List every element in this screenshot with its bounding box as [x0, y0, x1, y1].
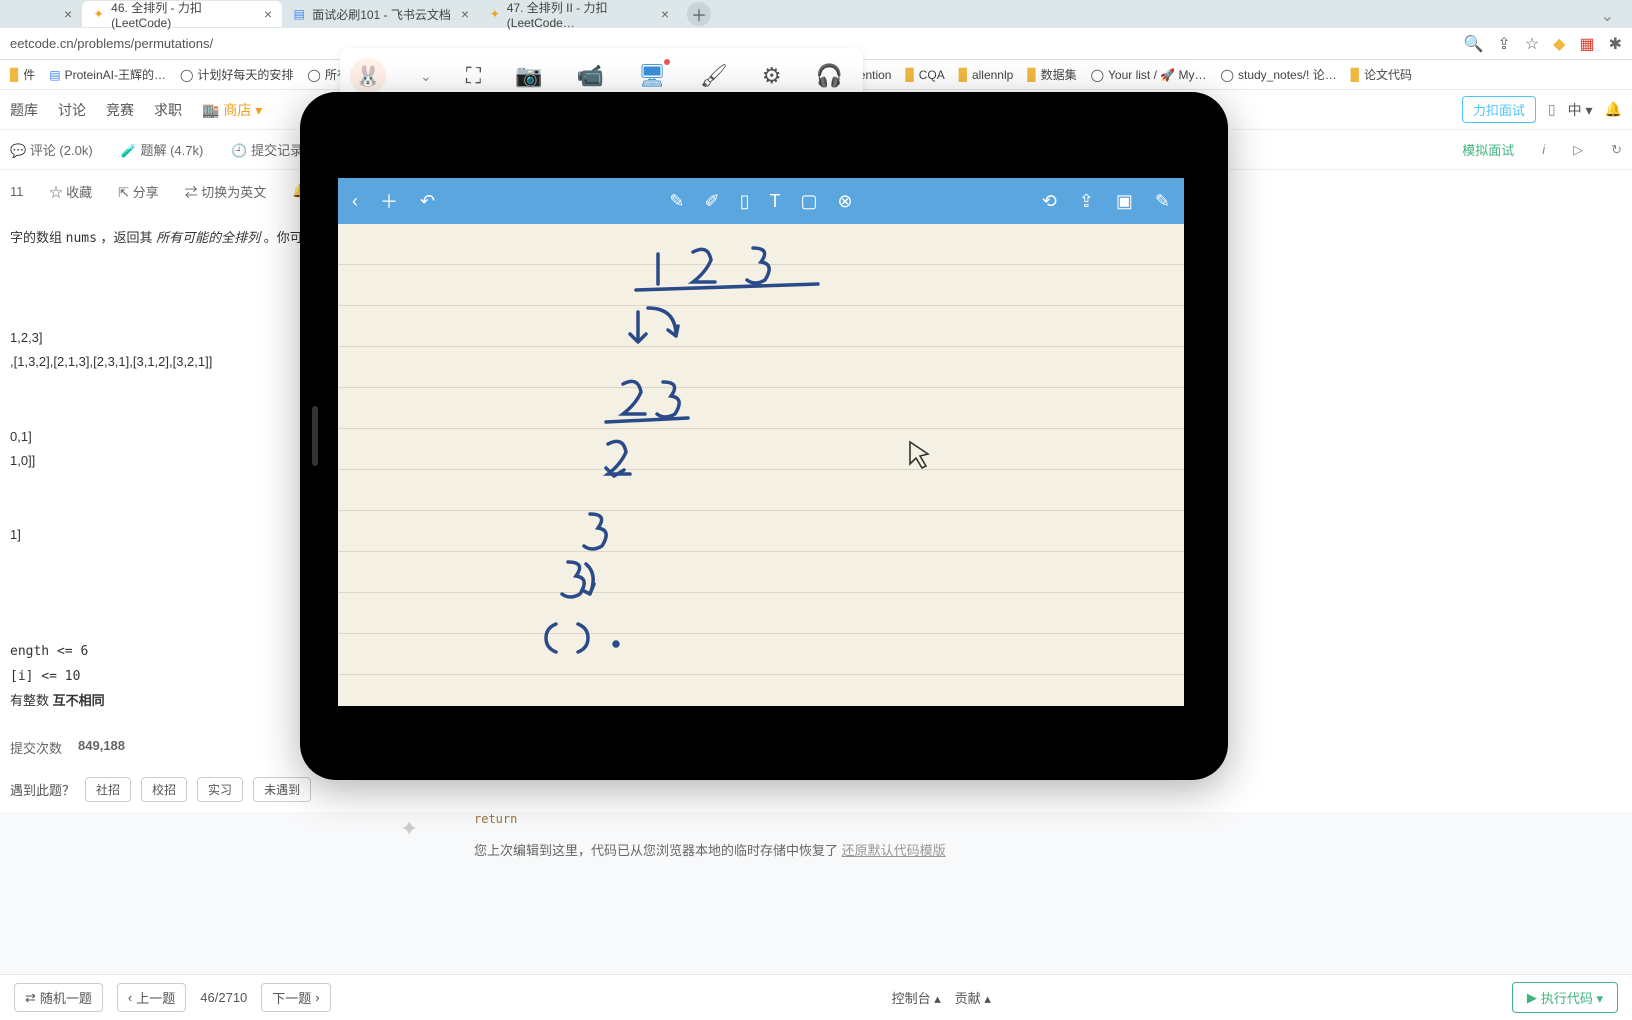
refresh-icon[interactable]: ↻	[1611, 142, 1622, 158]
bunny-avatar-icon[interactable]: 🐰	[350, 58, 386, 94]
tablet-screen: ‹ ＋ ↶ ✎ ✐ ▯ T ▢ ⊗ ⟲ ⇪ ▣ ✎	[338, 178, 1184, 706]
eraser-tool-icon[interactable]: ⊗	[838, 191, 853, 212]
lasso-icon[interactable]: ⟲	[1042, 191, 1057, 212]
nav-item[interactable]: 竞赛	[106, 100, 134, 120]
nav-item[interactable]: 求职	[154, 100, 182, 120]
new-tab-button[interactable]: ＋	[687, 2, 711, 26]
browser-tab-active[interactable]: ✦ 46. 全排列 - 力扣 (LeetCode) ×	[82, 1, 282, 27]
video-icon[interactable]: 📹	[577, 63, 604, 89]
bookmark-item[interactable]: ▉数据集	[1027, 66, 1076, 83]
ext-icon[interactable]: ◆	[1553, 34, 1565, 54]
favicon-icon: ▤	[292, 7, 306, 21]
pen-alt-icon[interactable]: ✐	[704, 191, 719, 212]
bookmark-item[interactable]: ◯Your list / 🚀 My…	[1091, 68, 1207, 82]
undo-icon[interactable]: ↶	[420, 191, 435, 212]
add-icon[interactable]: ＋	[380, 188, 398, 214]
zoom-icon[interactable]: 🔍	[1463, 34, 1483, 54]
note-canvas[interactable]	[338, 224, 1184, 706]
copy-note-icon[interactable]: ▣	[1116, 191, 1133, 212]
bookmark-item[interactable]: ◯study_notes/! 论…	[1221, 66, 1337, 83]
device-icon[interactable]: ▯	[1548, 101, 1556, 118]
bookmark-item[interactable]: ▉件	[10, 66, 35, 83]
device-tool-icon[interactable]: ▯	[740, 191, 750, 212]
favicon-icon: ✦	[92, 7, 105, 21]
bookmark-item[interactable]: ▉CQA	[905, 68, 944, 82]
close-icon[interactable]: ×	[64, 6, 72, 22]
random-button[interactable]: ⇄ 随机一题	[14, 983, 103, 1012]
share-note-icon[interactable]: ⇪	[1079, 191, 1094, 212]
star-icon[interactable]: ☆	[1525, 34, 1539, 54]
chevron-down-icon[interactable]: ⌄	[1601, 6, 1614, 26]
history-tab[interactable]: 🕘 提交记录	[231, 140, 303, 159]
encounter-tag[interactable]: 社招	[85, 777, 131, 802]
brush-icon[interactable]: 🖌	[700, 63, 728, 89]
puzzle-icon[interactable]: ✱	[1609, 34, 1622, 54]
next-button[interactable]: 下一题 ›	[261, 983, 330, 1012]
bookmark-item[interactable]: ▤ProteinAI-王辉的…	[49, 66, 166, 83]
nav-item[interactable]: 讨论	[58, 100, 86, 120]
submit-count-value: 849,188	[78, 738, 125, 757]
info-icon[interactable]: i	[1542, 142, 1545, 157]
pen-tool-icon[interactable]: ✎	[669, 191, 684, 212]
text-tool-icon[interactable]: T	[769, 191, 780, 212]
console-toggle[interactable]: 控制台 ▴	[892, 988, 941, 1007]
editor-restore-tip: 您上次编辑到这里，代码已从您浏览器本地的临时存储中恢复了 还原默认代码模版	[460, 826, 1632, 873]
cursor-icon	[902, 438, 932, 479]
solutions-tab[interactable]: 🧪 题解 (4.7k)	[121, 140, 204, 159]
favicon-icon: ✦	[489, 7, 501, 21]
tab-title: 47. 全排列 II - 力扣 (LeetCode…	[507, 0, 651, 30]
browser-tab-strip: × ✦ 46. 全排列 - 力扣 (LeetCode) × ▤ 面试必刷101 …	[0, 0, 1632, 28]
url-text[interactable]: eetcode.cn/problems/permutations/	[10, 36, 213, 51]
tab-title: 46. 全排列 - 力扣 (LeetCode)	[111, 0, 254, 30]
close-icon[interactable]: ×	[661, 6, 669, 22]
encounter-tag[interactable]: 未遇到	[253, 777, 311, 802]
bell-icon[interactable]: 🔔	[1605, 101, 1622, 118]
bookmark-item[interactable]: ▉allennlp	[959, 68, 1014, 82]
gear-icon[interactable]: ⚙	[762, 63, 782, 89]
close-icon[interactable]: ×	[461, 6, 469, 22]
like-count[interactable]: 11	[10, 184, 24, 199]
bookmark-item[interactable]: ▉论文代码	[1351, 66, 1412, 83]
chevron-down-icon[interactable]: ⌄	[420, 68, 432, 85]
problem-pager: ⇄ 随机一题 ‹ 上一题 46/2710 下一题 › 控制台 ▴ 贡献 ▴ ▶ …	[0, 974, 1632, 1020]
play-icon[interactable]: ▷	[1573, 142, 1583, 158]
pager-position: 46/2710	[200, 990, 247, 1005]
code-return-line: return	[460, 812, 1632, 826]
nav-item[interactable]: 题库	[10, 100, 38, 120]
favorite-button[interactable]: ☆ 收藏	[50, 182, 93, 201]
contrib-toggle[interactable]: 贡献 ▴	[955, 988, 991, 1007]
encounter-tag[interactable]: 校招	[141, 777, 187, 802]
back-icon[interactable]: ‹	[352, 191, 358, 212]
fullscreen-icon[interactable]: ⛶	[466, 63, 481, 89]
comments-tab[interactable]: 💬 评论 (2.0k)	[10, 140, 93, 159]
interview-button[interactable]: 力扣面试	[1462, 96, 1536, 123]
browser-tab[interactable]: ✦ 47. 全排列 II - 力扣 (LeetCode… ×	[479, 1, 679, 27]
headset-icon[interactable]: 🎧	[816, 63, 843, 89]
encounter-tag[interactable]: 实习	[197, 777, 243, 802]
browser-tab[interactable]: ▤ 面试必刷101 - 飞书云文档 ×	[282, 1, 479, 27]
share-button[interactable]: ⇱ 分享	[118, 182, 159, 201]
tablet-device: ‹ ＋ ↶ ✎ ✐ ▯ T ▢ ⊗ ⟲ ⇪ ▣ ✎	[300, 92, 1228, 780]
shape-tool-icon[interactable]: ▢	[800, 191, 817, 212]
leetcode-logo-icon: ✦	[400, 816, 418, 842]
nav-store[interactable]: 🏬 商店 ▾	[202, 100, 262, 120]
restore-template-link[interactable]: 还原默认代码模版	[842, 843, 946, 858]
bookmark-item[interactable]: ◯计划好每天的安排	[180, 66, 293, 83]
tablet-home-button[interactable]	[312, 406, 318, 466]
prev-button[interactable]: ‹ 上一题	[117, 983, 186, 1012]
handwriting-icon	[338, 224, 1184, 706]
share-icon[interactable]: ⇪	[1497, 34, 1510, 54]
camera-icon[interactable]: 📷	[515, 63, 542, 89]
close-icon[interactable]: ×	[264, 6, 272, 22]
run-code-button[interactable]: ▶ 执行代码 ▾	[1512, 982, 1618, 1013]
monitor-icon[interactable]: 🖥	[638, 63, 666, 89]
browser-tab[interactable]: ×	[50, 1, 82, 27]
edit-note-icon[interactable]: ✎	[1155, 191, 1170, 212]
note-app-toolbar: ‹ ＋ ↶ ✎ ✐ ▯ T ▢ ⊗ ⟲ ⇪ ▣ ✎	[338, 178, 1184, 224]
ext-icon[interactable]: ▦	[1579, 34, 1594, 54]
tab-title: 面试必刷101 - 飞书云文档	[312, 6, 451, 23]
mock-interview[interactable]: 模拟面试	[1462, 140, 1514, 159]
lang-toggle[interactable]: 中 ▾	[1568, 100, 1593, 120]
toggle-lang-button[interactable]: ⇄ 切换为英文	[185, 182, 267, 201]
